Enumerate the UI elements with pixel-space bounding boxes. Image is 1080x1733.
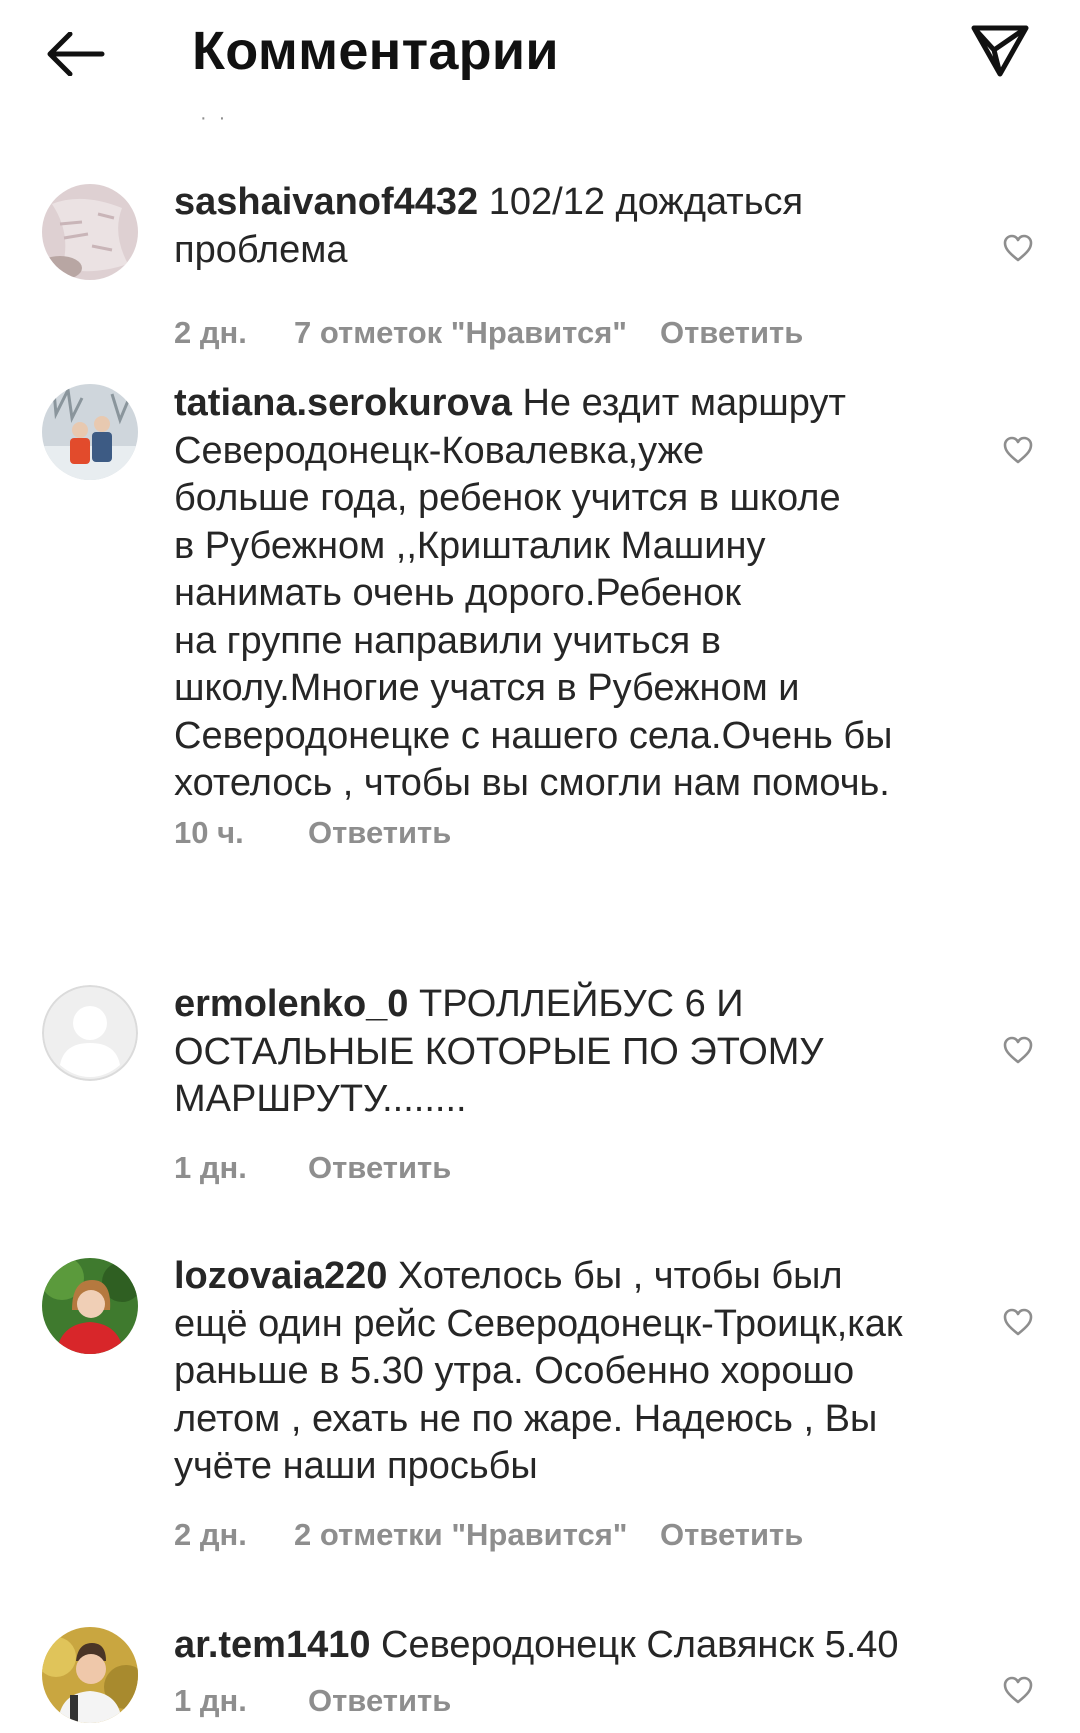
- avatar[interactable]: [42, 1258, 138, 1354]
- reply-button[interactable]: Ответить: [308, 1683, 451, 1719]
- like-button[interactable]: [996, 226, 1040, 270]
- comment-meta: 1 дн. Ответить: [174, 1679, 451, 1723]
- comment-text: ar.tem1410 Северодонецк Славянск 5.40: [174, 1622, 974, 1670]
- back-button[interactable]: [36, 22, 116, 86]
- heart-icon: [1003, 234, 1033, 262]
- comment-username[interactable]: ermolenko_0: [174, 983, 408, 1025]
- comment-username[interactable]: lozovaia220: [174, 1255, 387, 1297]
- user-photo: [42, 1627, 138, 1723]
- heart-icon: [1003, 436, 1033, 464]
- top-app-bar: Комментарии: [0, 0, 1080, 110]
- like-button[interactable]: [996, 428, 1040, 472]
- comment-time: 2 дн.: [174, 1517, 247, 1552]
- comment-time: 1 дн.: [174, 1150, 247, 1185]
- comment-username[interactable]: ar.tem1410: [174, 1624, 371, 1666]
- comment-text: lozovaia220 Хотелось бы , чтобы был ещё …: [174, 1253, 974, 1491]
- comment-text: sashaivanof4432 102/12 дождаться проблем…: [174, 179, 974, 274]
- comment-username[interactable]: tatiana.serokurova: [174, 382, 512, 424]
- reply-button[interactable]: Ответить: [660, 1517, 803, 1553]
- avatar[interactable]: [42, 985, 138, 1081]
- reply-button[interactable]: Ответить: [308, 815, 451, 851]
- user-photo: [42, 1258, 138, 1354]
- comment-meta: 2 дн. 7 отметок "Нравится" Ответить: [174, 311, 803, 355]
- paper-plane-icon: [971, 25, 1029, 77]
- share-button[interactable]: [962, 16, 1038, 84]
- default-user-icon: [42, 985, 138, 1081]
- avatar[interactable]: [42, 184, 138, 280]
- comment-time: 2 дн.: [174, 315, 247, 350]
- comment-likes-count[interactable]: 2 отметки "Нравится": [294, 1517, 660, 1553]
- comment-time: 1 дн.: [174, 1683, 247, 1718]
- like-button[interactable]: [996, 1028, 1040, 1072]
- avatar[interactable]: [42, 1627, 138, 1723]
- comment-text: ermolenko_0 ТРОЛЛЕЙБУС 6 И ОСТАЛЬНЫЕ КОТ…: [174, 981, 974, 1124]
- heart-icon: [1003, 1308, 1033, 1336]
- heart-icon: [1003, 1676, 1033, 1704]
- comment-meta: 10 ч. Ответить: [174, 811, 451, 855]
- comment-body: Не ездит маршрут Северодонецк-Ковалевка,…: [174, 382, 893, 804]
- arrow-left-icon: [47, 32, 105, 76]
- like-button[interactable]: [996, 1300, 1040, 1344]
- comment-meta: 1 дн. Ответить: [174, 1146, 451, 1190]
- avatar[interactable]: [42, 384, 138, 480]
- comment-likes-count[interactable]: 7 отметок "Нравится": [294, 315, 660, 351]
- comment-meta: 2 дн. 2 отметки "Нравится" Ответить: [174, 1513, 803, 1557]
- reply-button[interactable]: Ответить: [660, 315, 803, 351]
- like-button[interactable]: [996, 1668, 1040, 1712]
- page-title: Комментарии: [192, 21, 559, 81]
- user-photo: [42, 384, 138, 480]
- user-photo: [42, 184, 138, 280]
- reply-button[interactable]: Ответить: [308, 1150, 451, 1186]
- comment-username[interactable]: sashaivanof4432: [174, 181, 478, 223]
- comment-time: 10 ч.: [174, 815, 244, 850]
- scrolled-content-fragment: ··: [200, 107, 238, 129]
- comment-body: Северодонецк Славянск 5.40: [370, 1624, 899, 1666]
- heart-icon: [1003, 1036, 1033, 1064]
- comment-text: tatiana.serokurova Не ездит маршрут Севе…: [174, 380, 974, 808]
